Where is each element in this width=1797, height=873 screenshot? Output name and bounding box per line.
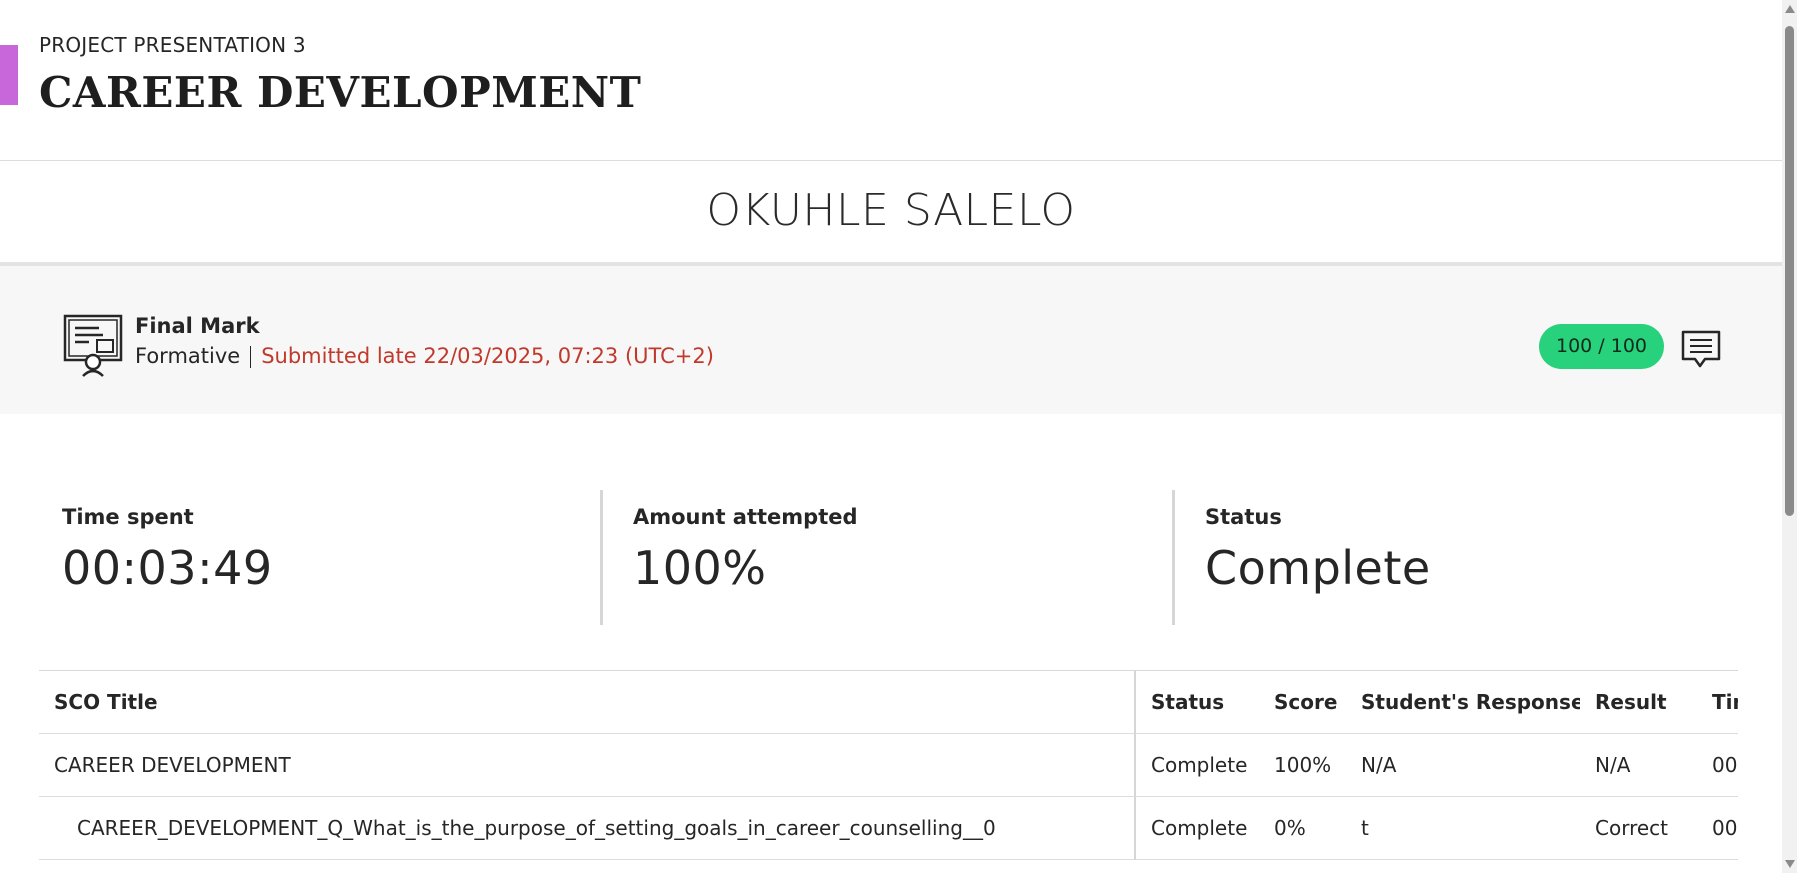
summary-divider — [1172, 490, 1175, 625]
page: PROJECT PRESENTATION 3 CAREER DEVELOPMEN… — [0, 0, 1782, 873]
header-divider — [0, 160, 1782, 161]
summary-amount-attempted: Amount attempted 100% — [633, 505, 858, 595]
column-header-score[interactable]: Score — [1259, 671, 1346, 734]
column-header-time[interactable]: Time — [1697, 671, 1738, 734]
summary-label: Status — [1205, 505, 1282, 529]
meta-separator — [250, 346, 252, 368]
cell-status: Complete — [1135, 796, 1259, 860]
comment-icon[interactable] — [1680, 328, 1722, 370]
scroll-up-arrow-icon[interactable] — [1785, 5, 1795, 13]
course-title: CAREER DEVELOPMENT — [39, 68, 642, 117]
summary-label: Amount attempted — [633, 505, 858, 529]
grade-summary-band: Final Mark Formative Submitted late 22/03… — [0, 262, 1782, 414]
cell-score: 0% — [1259, 796, 1346, 860]
cell-result: N/A — [1580, 733, 1697, 797]
summary-time-spent: Time spent 00:03:49 — [62, 505, 273, 595]
course-color-accent — [0, 45, 18, 105]
summary-divider — [600, 490, 603, 625]
cell-student-response: t — [1346, 796, 1580, 860]
summary-value: 100% — [633, 541, 767, 595]
cell-result: Correct — [1580, 796, 1697, 860]
cell-status: Complete — [1135, 733, 1259, 797]
student-name: OKUHLE SALELO — [706, 185, 1076, 236]
column-header-sco-title[interactable]: SCO Title — [39, 671, 1136, 734]
summary-label: Time spent — [62, 505, 194, 529]
column-header-result[interactable]: Result — [1580, 671, 1697, 734]
summary-value: Complete — [1205, 541, 1431, 595]
cell-time: 00 — [1697, 733, 1738, 797]
assessment-name: PROJECT PRESENTATION 3 — [39, 33, 306, 57]
table-row: CAREER DEVELOPMENT Complete 100% N/A N/A… — [39, 733, 1738, 797]
score-pill[interactable]: 100 / 100 — [1539, 324, 1664, 369]
summary-status: Status Complete — [1205, 505, 1431, 595]
sco-results-table[interactable]: SCO Title Status Score Student's Respons… — [39, 670, 1738, 873]
final-mark-label: Final Mark — [135, 314, 260, 338]
column-header-student-response[interactable]: Student's Response — [1346, 671, 1580, 734]
cell-score: 100% — [1259, 733, 1346, 797]
column-header-status[interactable]: Status — [1135, 671, 1259, 734]
cell-sco-title: CAREER_DEVELOPMENT_Q_What_is_the_purpose… — [39, 796, 1136, 860]
scroll-down-arrow-icon[interactable] — [1785, 860, 1795, 868]
cell-sco-title: CAREER DEVELOPMENT — [39, 733, 1136, 797]
submission-status: Submitted late 22/03/2025, 07:23 (UTC+2) — [261, 344, 714, 368]
vertical-scrollbar[interactable] — [1782, 0, 1797, 873]
grade-meta: Formative Submitted late 22/03/2025, 07:2… — [135, 344, 714, 368]
scrollbar-thumb[interactable] — [1785, 26, 1794, 516]
cell-time: 00 — [1697, 796, 1738, 860]
summary-value: 00:03:49 — [62, 541, 273, 595]
certificate-icon — [63, 314, 123, 377]
table-header-row: SCO Title Status Score Student's Respons… — [39, 671, 1738, 734]
grade-type: Formative — [135, 344, 241, 368]
table-row: CAREER_DEVELOPMENT_Q_What_is_the_purpose… — [39, 796, 1738, 860]
cell-student-response: N/A — [1346, 733, 1580, 797]
